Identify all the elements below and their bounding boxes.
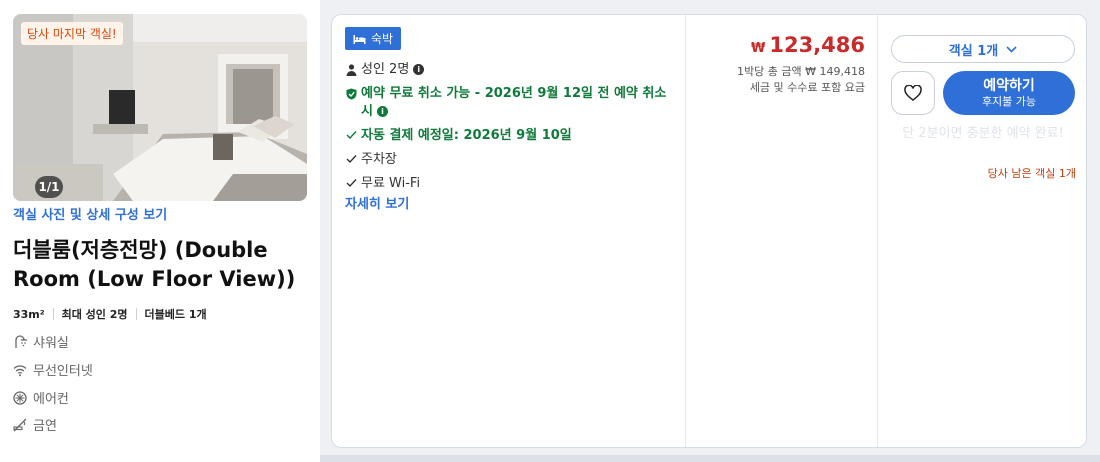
feature-label: 주차장: [361, 152, 397, 167]
stay-type-badge: 숙박: [345, 27, 402, 50]
check-icon: [345, 127, 358, 140]
room-title: 더블룸(저층전망) (Double Room (Low Floor View)): [13, 238, 296, 291]
amenity-no-smoking: 금연: [13, 415, 57, 434]
amenity-label: 무선인터넷: [33, 364, 93, 379]
feature-label: 무료 Wi-Fi: [361, 176, 421, 191]
shower-icon: [13, 334, 27, 349]
person-icon: [345, 61, 358, 76]
wishlist-button[interactable]: [891, 71, 935, 115]
spec-divider: [135, 308, 137, 320]
wifi-icon: [13, 363, 27, 377]
room-info-panel: 당사 마지막 객실! 1/1 객실 사진 및 상세 구성 보기 더블룸(저층전망…: [0, 0, 320, 462]
amenity-aircon: 에어컨: [13, 388, 69, 407]
column-divider: [877, 15, 878, 447]
check-icon: [345, 151, 358, 164]
chevron-down-icon: [1006, 45, 1017, 53]
price-amount: ₩123,486: [751, 33, 865, 57]
photo-counter: 1/1: [35, 176, 63, 198]
amenity-wifi: 무선인터넷: [13, 360, 93, 379]
reserve-button-label: 예약하기: [983, 77, 1035, 94]
amenity-label: 샤워실: [33, 336, 69, 351]
room-count-select[interactable]: 객실 1개: [891, 35, 1075, 63]
info-icon[interactable]: i: [413, 64, 425, 75]
currency-symbol: ₩: [751, 41, 766, 56]
price-value: 123,486: [769, 33, 865, 57]
amenity-shower: 샤워실: [13, 332, 69, 351]
guest-capacity: 성인 2명 i: [345, 61, 425, 79]
info-icon[interactable]: i: [376, 106, 388, 117]
room-max-occupancy: 최대 성인 2명: [61, 308, 128, 321]
guest-capacity-label: 성인 2명: [361, 62, 410, 77]
price-tax-note: 세금 및 수수료 포함 요금: [749, 81, 865, 94]
next-card-edge: [320, 455, 1100, 462]
aircon-icon: [13, 390, 27, 405]
spec-divider: [52, 308, 54, 320]
urgency-message: 단 2분이면 충분한 예약 완료!: [902, 126, 1064, 141]
reserve-button[interactable]: 예약하기 후지불 가능: [943, 71, 1075, 115]
amenity-label: 에어컨: [33, 392, 69, 407]
price-summary: ₩123,486 1박당 총 금액 ₩ 149,418 세금 및 수수료 포함 …: [687, 15, 877, 135]
stay-type-label: 숙박: [371, 32, 394, 46]
shield-check-icon: [345, 85, 358, 100]
feature-parking: 주차장: [345, 151, 397, 169]
no-smoking-icon: [13, 418, 27, 432]
column-divider: [685, 15, 686, 447]
heart-icon: [904, 85, 922, 101]
room-photo[interactable]: 당사 마지막 객실! 1/1: [13, 14, 307, 201]
room-specs: 33m² 최대 성인 2명 더블베드 1개: [13, 306, 207, 322]
check-icon: [345, 175, 358, 188]
reserve-button-sublabel: 후지불 가능: [981, 94, 1037, 108]
room-size: 33m²: [13, 307, 45, 321]
auto-payment-date: 자동 결제 예정일: 2026년 9월 10일: [345, 127, 572, 145]
bed-icon: [353, 34, 366, 44]
free-cancellation: 예약 무료 취소 가능 - 2026년 9월 12일 전 예약 취소 시i: [345, 85, 675, 121]
price-total-note: 1박당 총 금액 ₩ 149,418: [737, 65, 865, 78]
free-cancellation-label: 예약 무료 취소 가능 - 2026년 9월 12일 전 예약 취소 시: [361, 86, 667, 119]
room-photo-detail-link[interactable]: 객실 사진 및 상세 구성 보기: [13, 204, 167, 223]
feature-wifi: 무료 Wi-Fi: [345, 175, 420, 193]
rate-option-card: 숙박 성인 2명 i 예약 무료 취소 가능 - 2026년 9월 12일 전 예…: [331, 14, 1087, 448]
room-count-value: 객실 1개: [948, 43, 999, 59]
option-detail-link[interactable]: 자세히 보기: [345, 193, 409, 212]
rooms-left-notice: 당사 남은 객실 1개: [987, 167, 1076, 180]
last-room-badge: 당사 마지막 객실!: [21, 22, 123, 45]
room-bed-type: 더블베드 1개: [144, 308, 207, 321]
auto-payment-label: 자동 결제 예정일: 2026년 9월 10일: [361, 128, 572, 143]
amenity-label: 금연: [33, 419, 57, 434]
